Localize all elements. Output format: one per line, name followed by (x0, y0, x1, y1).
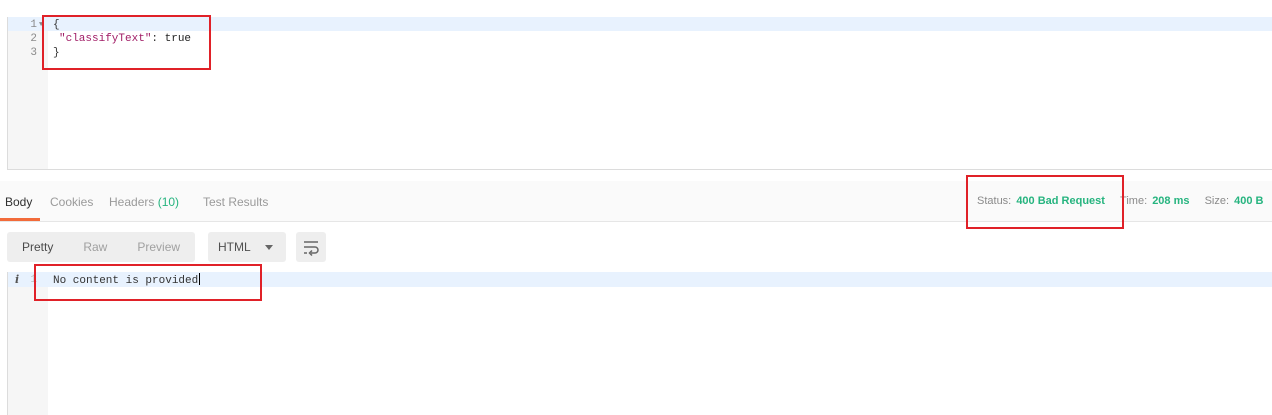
line-number-gutter (8, 272, 48, 415)
view-preview-button[interactable]: Preview (122, 232, 195, 262)
view-pretty-button[interactable]: Pretty (7, 232, 68, 262)
line-number: 1 (30, 19, 37, 31)
line-number: 2 (30, 33, 37, 45)
chevron-down-icon (265, 245, 273, 250)
format-select[interactable]: HTML (208, 232, 286, 262)
headers-count-badge: (10) (157, 195, 180, 209)
status-label: Status: (977, 195, 1012, 207)
code-text: "classifyText": true (59, 32, 191, 46)
code-text: { (53, 19, 60, 31)
tab-cookies[interactable]: Cookies (50, 195, 93, 209)
response-meta: Status: 400 Bad Request Time: 208 ms Siz… (977, 195, 1263, 207)
json-key: "classifyText" (59, 33, 152, 45)
response-body-viewer[interactable]: i 1 No content is provided (7, 272, 1272, 415)
line-number: 1 (30, 274, 37, 286)
json-separator: : (151, 33, 165, 45)
json-value: true (164, 33, 192, 45)
text-cursor (199, 273, 201, 285)
tab-test-results[interactable]: Test Results (203, 195, 268, 209)
code-line[interactable]: 2 "classifyText": true (8, 32, 1272, 46)
active-tab-indicator (0, 218, 40, 221)
wrap-lines-button[interactable] (296, 232, 326, 262)
tab-headers[interactable]: Headers (10) (109, 195, 179, 209)
status-value: 400 Bad Request (1016, 195, 1105, 207)
view-mode-switch: Pretty Raw Preview (7, 232, 196, 262)
tab-headers-label: Headers (109, 195, 155, 209)
wrap-lines-icon (304, 241, 319, 257)
tab-body[interactable]: Body (5, 195, 32, 209)
request-body-editor[interactable]: 1 ▼ { 2 "classifyText": true 3 } (7, 17, 1272, 170)
line-number: 3 (30, 47, 37, 59)
code-line[interactable]: i 1 No content is provided (8, 273, 1272, 287)
format-select-value: HTML (218, 240, 251, 254)
time-label: Time: (1120, 195, 1148, 207)
view-raw-button[interactable]: Raw (68, 232, 122, 262)
size-value: 400 B (1234, 195, 1264, 207)
size-label: Size: (1204, 195, 1230, 207)
fold-arrow-icon[interactable]: ▼ (39, 18, 43, 32)
time-value: 208 ms (1152, 195, 1190, 207)
code-line[interactable]: 1 ▼ { (8, 18, 1272, 32)
code-text: } (53, 47, 60, 59)
response-body-text: No content is provided (53, 275, 199, 287)
response-text: No content is provided (53, 273, 201, 288)
code-line[interactable]: 3 } (8, 46, 1272, 60)
